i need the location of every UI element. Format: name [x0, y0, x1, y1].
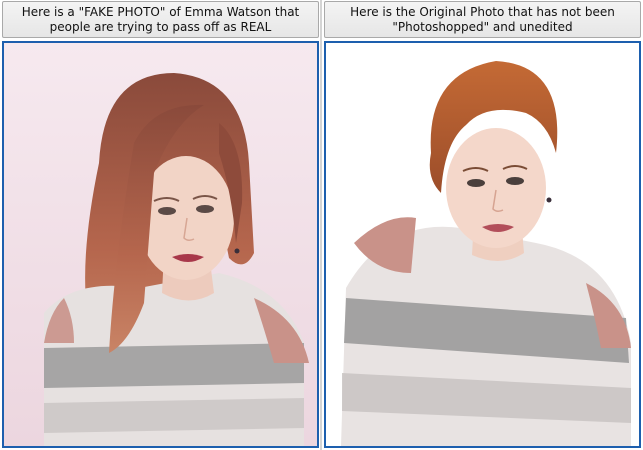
right-caption-text: Here is the Original Photo that has not …	[350, 4, 615, 34]
left-caption: Here is a "FAKE PHOTO" of Emma Watson th…	[2, 1, 319, 38]
right-caption: Here is the Original Photo that has not …	[324, 1, 641, 38]
right-panel: Here is the Original Photo that has not …	[322, 0, 643, 450]
right-photo-frame	[324, 41, 641, 448]
left-panel: Here is a "FAKE PHOTO" of Emma Watson th…	[0, 0, 321, 450]
left-caption-text: Here is a "FAKE PHOTO" of Emma Watson th…	[21, 4, 300, 34]
original-photo-image	[326, 43, 639, 446]
fake-photo-image	[4, 43, 317, 446]
left-photo-frame	[2, 41, 319, 448]
